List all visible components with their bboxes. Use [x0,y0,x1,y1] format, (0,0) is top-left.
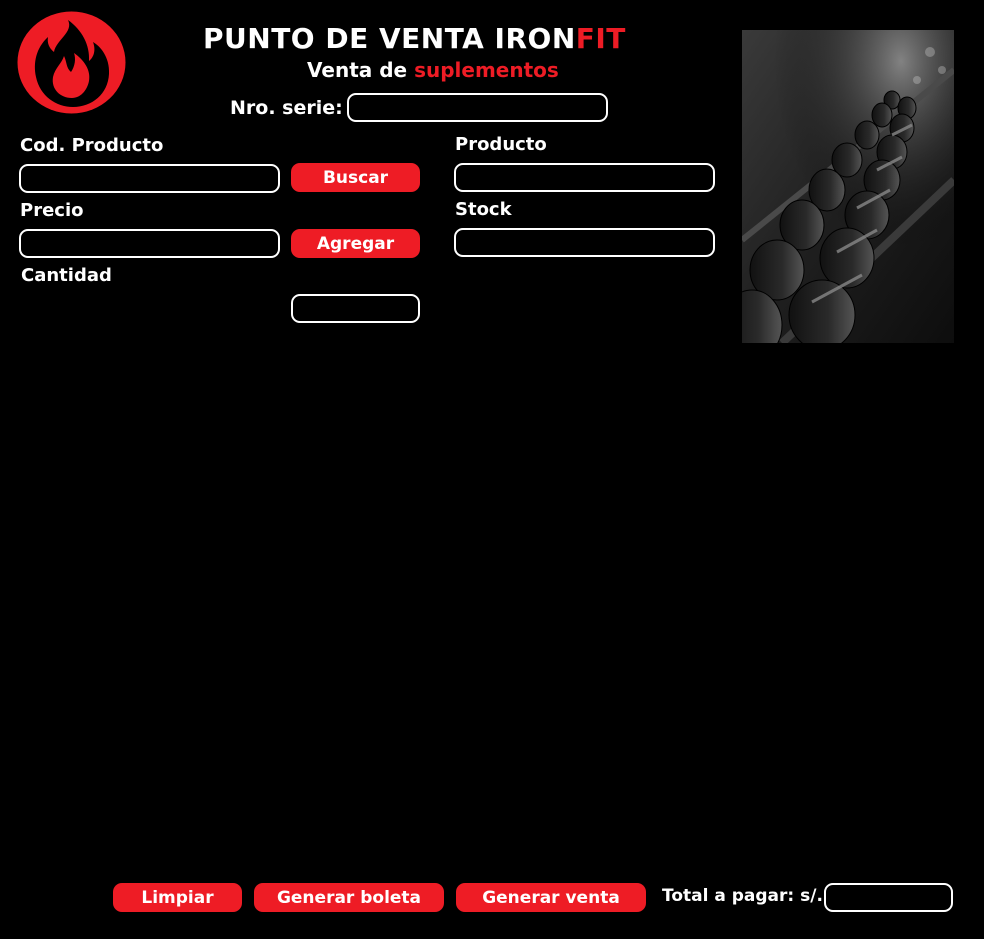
stock-label: Stock [455,199,512,220]
page-title: PUNTO DE VENTA IRONFIT [203,22,626,55]
flame-logo-icon [16,10,127,115]
serie-input[interactable] [347,93,608,122]
generar-boleta-button[interactable]: Generar boleta [254,883,444,912]
serie-label: Nro. serie: [230,97,343,119]
buscar-button[interactable]: Buscar [291,163,420,192]
cod-producto-input[interactable] [19,164,280,193]
page-subtitle: Venta de suplementos [307,58,559,82]
producto-label: Producto [455,134,547,155]
title-main: PUNTO DE VENTA IRON [203,22,576,55]
precio-input[interactable] [19,229,280,258]
precio-label: Precio [20,200,84,221]
producto-input[interactable] [454,163,715,192]
generar-venta-button[interactable]: Generar venta [456,883,646,912]
cantidad-input[interactable] [291,294,420,323]
subtitle-accent: suplementos [414,58,559,82]
agregar-button[interactable]: Agregar [291,229,420,258]
total-input[interactable] [824,883,953,912]
subtitle-main: Venta de [307,58,415,82]
limpiar-button[interactable]: Limpiar [113,883,242,912]
title-accent: FIT [575,22,626,55]
cantidad-label: Cantidad [21,265,112,286]
total-label: Total a pagar: s/. [662,886,823,906]
stock-input[interactable] [454,228,715,257]
cod-producto-label: Cod. Producto [20,135,164,156]
dumbbell-rack-image [742,30,954,343]
